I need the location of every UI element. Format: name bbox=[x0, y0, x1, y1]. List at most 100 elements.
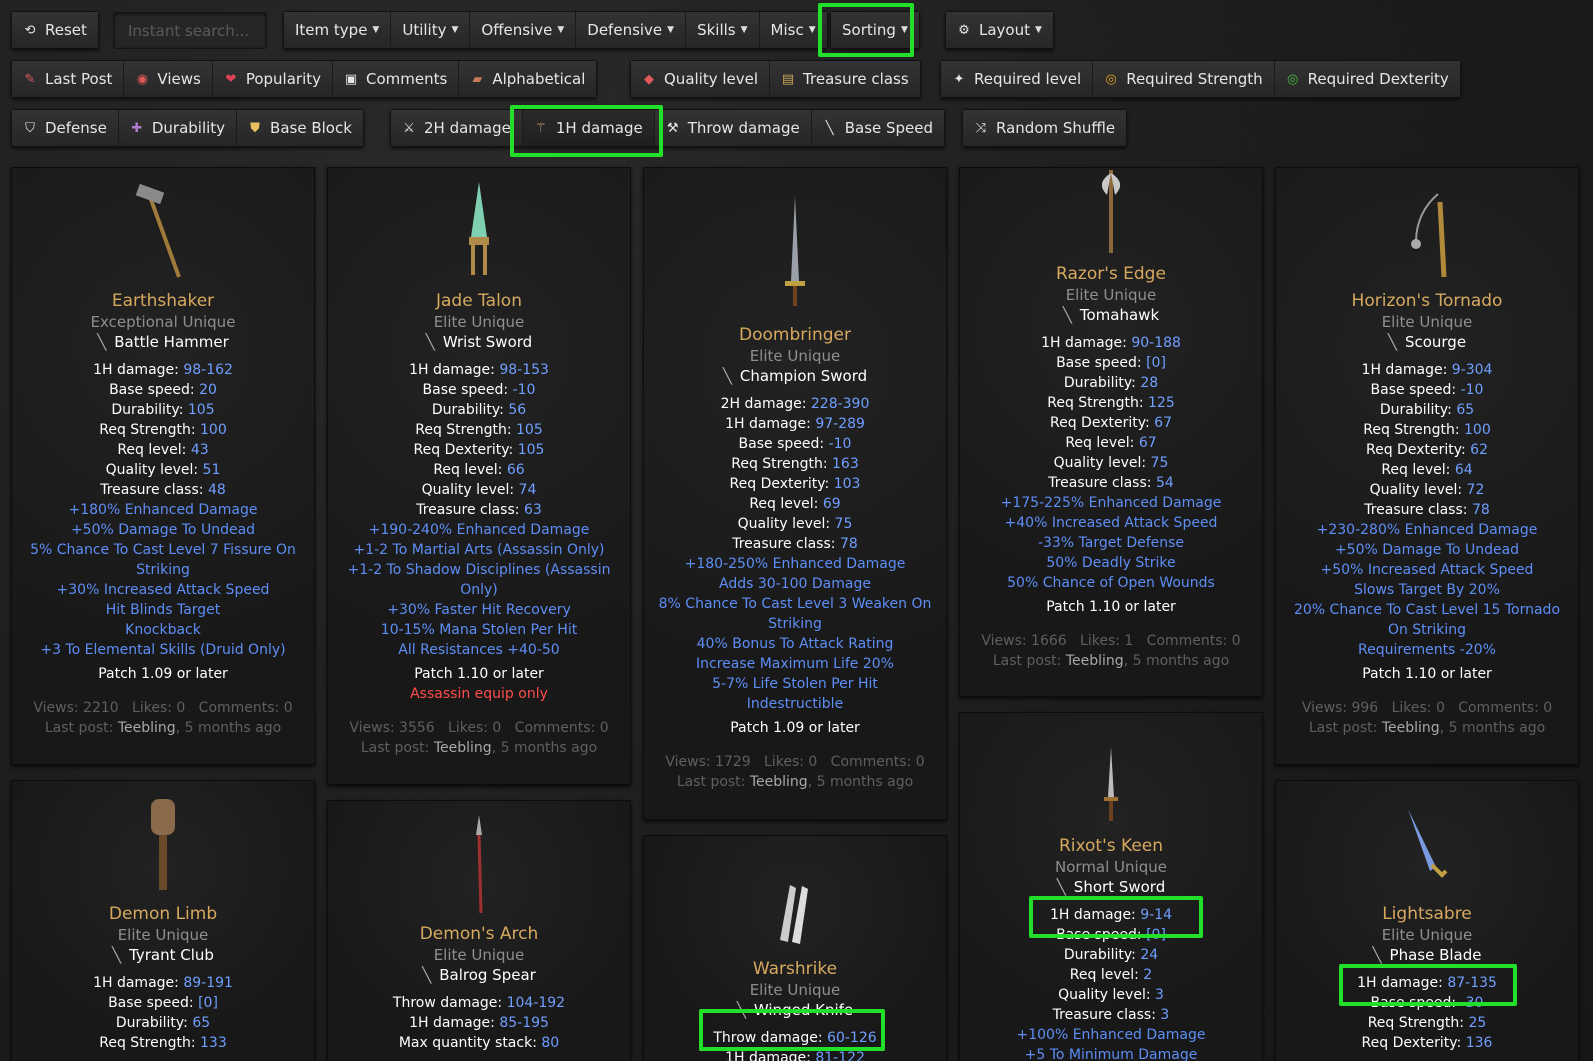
crossed-swords-icon: ⚔ bbox=[403, 120, 415, 136]
item-name[interactable]: Rixot's Keen bbox=[960, 835, 1262, 857]
base-type-icon: ╲ bbox=[1056, 878, 1066, 896]
item-image bbox=[328, 182, 630, 282]
item-stat: Treasure class: 78 bbox=[1364, 502, 1490, 518]
comments-icon: ▣ bbox=[344, 71, 358, 87]
item-mod: Slows Target By 20% bbox=[1354, 582, 1500, 598]
item-meta: Views: 3556 Likes: 0 Comments: 0 bbox=[349, 720, 609, 736]
item-stat: Durability: 65 bbox=[115, 1015, 211, 1031]
item-card[interactable]: Demon's Arch Elite Unique ╲ Balrog Spear Thr… bbox=[327, 800, 631, 1061]
gear-icon: ⚙ bbox=[958, 22, 970, 38]
sort-base-block-button[interactable]: ⛊ Base Block bbox=[237, 110, 363, 146]
item-stat: Treasure class: 78 bbox=[732, 536, 858, 552]
item-card[interactable]: Razor's Edge Elite Unique ╲ Tomahawk 1H dama… bbox=[959, 167, 1263, 697]
item-mod: +3 To Elemental Skills (Druid Only) bbox=[40, 642, 286, 658]
item-mod: +175-225% Enhanced Damage bbox=[1000, 495, 1222, 511]
item-name[interactable]: Demon Limb bbox=[12, 903, 314, 925]
item-image bbox=[12, 795, 314, 895]
offensive-dropdown[interactable]: Offensive ▼ bbox=[470, 12, 577, 48]
item-name[interactable]: Lightsabre bbox=[1276, 903, 1578, 925]
item-card[interactable]: Warshrike Elite Unique ╲ Winged Knife Throw … bbox=[643, 835, 947, 1061]
item-name[interactable]: Warshrike bbox=[644, 958, 946, 980]
sort-quality-level-button[interactable]: ◆ Quality level bbox=[631, 61, 771, 97]
item-name[interactable]: Earthshaker bbox=[12, 290, 314, 312]
item-stat: Req Strength: 100 bbox=[1363, 422, 1491, 438]
sort-alphabetical-button[interactable]: ▰ Alphabetical bbox=[459, 61, 597, 97]
item-name[interactable]: Horizon's Tornado bbox=[1276, 290, 1578, 312]
item-meta: Views: 2210 Likes: 0 Comments: 0 bbox=[33, 700, 293, 716]
item-stat: Req Strength: 25 bbox=[1367, 1015, 1487, 1031]
item-image bbox=[644, 196, 946, 316]
sort-views-button[interactable]: ◉ Views bbox=[124, 61, 213, 97]
item-mod: 20% Chance To Cast Level 15 Tornado On S… bbox=[1293, 602, 1561, 638]
item-card[interactable]: Lightsabre Elite Unique ╲ Phase Blade 1H dam… bbox=[1275, 780, 1579, 1061]
skills-dropdown[interactable]: Skills ▼ bbox=[686, 12, 760, 48]
item-type-dropdown[interactable]: Item type ▼ bbox=[284, 12, 392, 48]
item-rarity: Elite Unique bbox=[433, 313, 525, 331]
item-stat: Base speed: -10 bbox=[422, 382, 536, 398]
base-type-icon: ╲ bbox=[422, 966, 432, 984]
item-stat: Req Strength: 133 bbox=[99, 1035, 227, 1051]
reset-button[interactable]: ⟲ Reset bbox=[12, 12, 98, 48]
item-stat: Req Strength: 125 bbox=[1047, 395, 1175, 411]
item-name[interactable]: Doombringer bbox=[644, 324, 946, 346]
sort-2h-damage-button[interactable]: ⚔ 2H damage bbox=[391, 110, 523, 146]
sort-required-level-button[interactable]: ✦ Required level bbox=[941, 61, 1094, 97]
sort-treasure-class-button[interactable]: ▤ Treasure class bbox=[770, 61, 920, 97]
item-stat: Quality level: 51 bbox=[105, 462, 221, 478]
item-rarity: Elite Unique bbox=[749, 981, 841, 999]
misc-dropdown[interactable]: Misc ▼ bbox=[759, 12, 827, 48]
last-post-user-link[interactable]: Teebling bbox=[750, 774, 808, 790]
last-post-user-link[interactable]: Teebling bbox=[118, 720, 176, 736]
item-stat: Base speed: -30 bbox=[1370, 995, 1484, 1011]
item-stat: 1H damage: 85-195 bbox=[409, 1015, 549, 1031]
item-patch: Patch 1.09 or later bbox=[730, 720, 860, 736]
item-name[interactable]: Jade Talon bbox=[328, 290, 630, 312]
sort-last-post-button[interactable]: ✎ Last Post bbox=[12, 61, 125, 97]
item-card[interactable]: Jade Talon Elite Unique ╲ Wrist Sword 1H dam… bbox=[327, 167, 631, 785]
heart-icon: ❤ bbox=[225, 71, 237, 87]
item-base: ╲ Short Sword bbox=[1056, 878, 1166, 896]
item-last-post: Last post: Teebling, 5 months ago bbox=[360, 740, 598, 756]
sort-required-dexterity-button[interactable]: ◎ Required Dexterity bbox=[1274, 61, 1460, 97]
sort-required-strength-button[interactable]: ◎ Required Strength bbox=[1093, 61, 1275, 97]
item-base: ╲ Battle Hammer bbox=[97, 333, 229, 351]
shuffle-icon: ⤨ bbox=[975, 120, 987, 136]
caret-down-icon: ▼ bbox=[900, 25, 908, 35]
sorting-dropdown[interactable]: Sorting ▼ bbox=[831, 12, 919, 48]
last-post-user-link[interactable]: Teebling bbox=[1382, 720, 1440, 736]
item-card[interactable]: Demon Limb Elite Unique ╲ Tyrant Club 1H dam… bbox=[11, 780, 315, 1061]
sort-1h-damage-button[interactable]: ⚚ 1H damage bbox=[522, 110, 655, 146]
book-icon: ▰ bbox=[472, 71, 483, 87]
item-card[interactable]: Rixot's Keen Normal Unique ╲ Short Sword 1H … bbox=[959, 712, 1263, 1061]
item-card[interactable]: Horizon's Tornado Elite Unique ╲ Scourge 1H … bbox=[1275, 167, 1579, 765]
utility-dropdown[interactable]: Utility ▼ bbox=[391, 12, 471, 48]
item-rarity: Elite Unique bbox=[1381, 926, 1473, 944]
last-post-user-link[interactable]: Teebling bbox=[434, 740, 492, 756]
layout-dropdown[interactable]: ⚙ Layout ▼ bbox=[946, 12, 1053, 48]
sort-base-speed-button[interactable]: ╲ Base Speed bbox=[811, 110, 945, 146]
item-name[interactable]: Razor's Edge bbox=[960, 263, 1262, 285]
item-patch: Patch 1.10 or later bbox=[414, 666, 544, 682]
item-mod: +1-2 To Shadow Disciplines (Assassin Onl… bbox=[347, 562, 611, 598]
search-input[interactable] bbox=[113, 12, 267, 49]
base-type-icon: ╲ bbox=[1062, 306, 1072, 324]
random-shuffle-button[interactable]: ⤨ Random Shuffle bbox=[963, 110, 1127, 146]
durability-icon: ✚ bbox=[131, 120, 143, 136]
item-card[interactable]: Doombringer Elite Unique ╲ Champion Sword 2H… bbox=[643, 167, 947, 820]
item-mod: -33% Target Defense bbox=[1037, 535, 1185, 551]
defensive-dropdown[interactable]: Defensive ▼ bbox=[576, 12, 687, 48]
item-name[interactable]: Demon's Arch bbox=[328, 923, 630, 945]
item-rarity: Elite Unique bbox=[749, 347, 841, 365]
item-card[interactable]: Earthshaker Exceptional Unique ╲ Battle Ham… bbox=[11, 167, 315, 765]
item-stat: Req level: 2 bbox=[1069, 967, 1153, 983]
item-stat: Req Dexterity: 103 bbox=[729, 476, 861, 492]
item-mod: +50% Increased Attack Speed bbox=[1320, 562, 1534, 578]
sort-defense-button[interactable]: ⛉ Defense bbox=[12, 110, 119, 146]
item-base: ╲ Phase Blade bbox=[1372, 946, 1482, 964]
sort-popularity-button[interactable]: ❤ Popularity bbox=[212, 61, 333, 97]
sort-throw-damage-button[interactable]: ⚒ Throw damage bbox=[654, 110, 812, 146]
sort-durability-button[interactable]: ✚ Durability bbox=[118, 110, 238, 146]
sort-comments-button[interactable]: ▣ Comments bbox=[333, 61, 460, 97]
last-post-user-link[interactable]: Teebling bbox=[1066, 653, 1124, 669]
item-stat: Base speed: [0] bbox=[1056, 355, 1166, 371]
